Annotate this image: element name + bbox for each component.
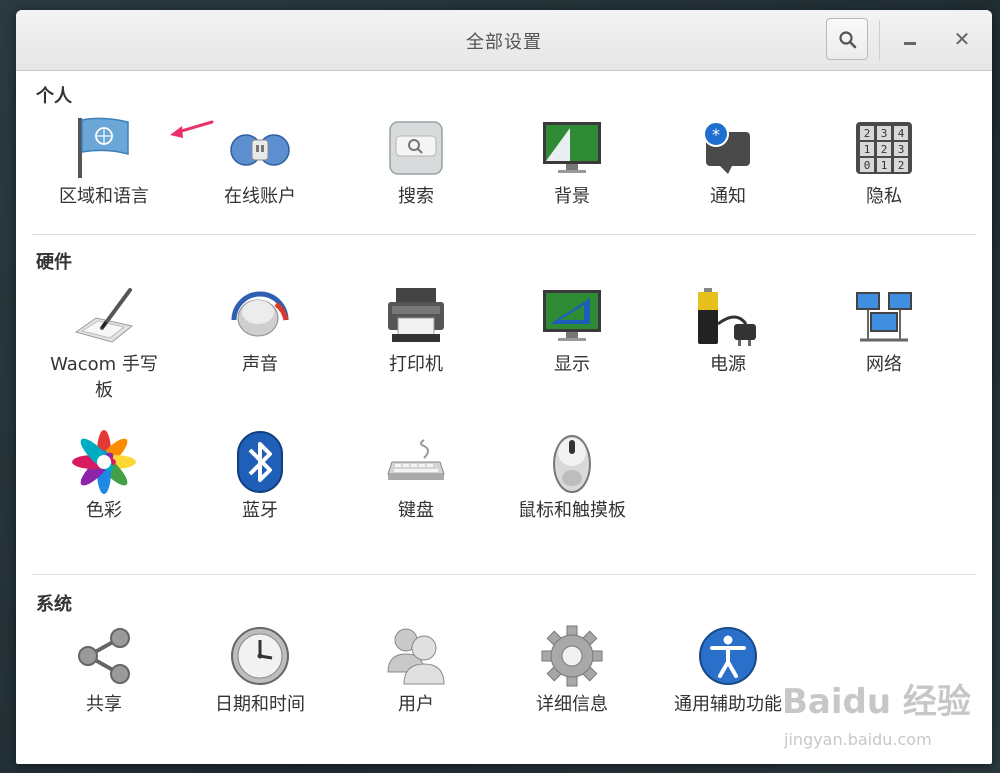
titlebar-separator <box>879 20 880 60</box>
item-label: 共享 <box>86 694 122 715</box>
section-title-hardware: 硬件 <box>36 252 72 273</box>
color-flower-icon <box>72 430 136 494</box>
item-label: 声音 <box>242 354 278 375</box>
settings-item-mouse-touchpad[interactable]: 鼠标和触摸板 <box>497 430 647 524</box>
item-label: 在线账户 <box>224 186 296 207</box>
settings-item-search[interactable]: 搜索 <box>341 116 491 210</box>
settings-item-bluetooth[interactable]: 蓝牙 <box>185 430 335 524</box>
settings-item-region-language[interactable]: 区域和语言 <box>29 116 179 210</box>
accessibility-icon <box>696 624 760 688</box>
item-label: 显示 <box>554 354 590 375</box>
svg-text:1: 1 <box>881 159 888 172</box>
gear-icon <box>540 624 604 688</box>
minimize-icon <box>904 42 916 45</box>
minimize-button[interactable] <box>896 24 924 54</box>
settings-item-network[interactable]: 网络 <box>809 284 959 378</box>
battery-plug-icon <box>696 284 760 348</box>
item-label: 日期和时间 <box>215 694 305 715</box>
search-settings-icon <box>384 116 448 180</box>
item-label: 电源 <box>710 354 746 375</box>
privacy-lock-icon: 234 123 012 <box>852 116 916 180</box>
item-label: 背景 <box>554 186 590 207</box>
settings-item-details[interactable]: 详细信息 <box>497 624 647 718</box>
item-label: 区域和语言 <box>59 186 149 207</box>
section-title-system: 系统 <box>36 594 72 615</box>
item-label: 网络 <box>866 354 902 375</box>
svg-text:3: 3 <box>898 143 905 156</box>
svg-text:1: 1 <box>864 143 871 156</box>
section-divider <box>32 234 976 235</box>
settings-item-sound[interactable]: 声音 <box>185 284 335 378</box>
keyboard-icon <box>384 430 448 494</box>
search-icon <box>839 31 857 49</box>
settings-item-power[interactable]: 电源 <box>653 284 803 378</box>
settings-window: 全部设置 ✕ 个人 区域和语言 在线账户 搜索 背景 * 通知 2 3 4 1 … <box>16 10 992 764</box>
item-label: 用户 <box>398 694 434 715</box>
svg-text:0: 0 <box>864 159 871 172</box>
bluetooth-icon <box>228 430 292 494</box>
watermark-url: jingyan.baidu.com <box>784 730 932 749</box>
title-bar: 全部设置 ✕ <box>16 10 992 71</box>
svg-text:3: 3 <box>881 127 888 140</box>
item-label: 色彩 <box>86 500 122 521</box>
online-accounts-icon <box>228 116 292 180</box>
close-icon: ✕ <box>953 27 971 51</box>
settings-item-background[interactable]: 背景 <box>497 116 647 210</box>
notification-icon: * <box>696 116 760 180</box>
settings-item-printers[interactable]: 打印机 <box>341 284 491 378</box>
item-label: 隐私 <box>866 186 902 207</box>
item-label: 通知 <box>710 186 746 207</box>
item-label: Wacom 手写板 <box>50 354 158 401</box>
item-label: 详细信息 <box>536 694 608 715</box>
search-button[interactable] <box>826 18 868 60</box>
svg-text:2: 2 <box>864 127 871 140</box>
svg-text:2: 2 <box>898 159 905 172</box>
section-divider <box>32 574 976 575</box>
item-label: 蓝牙 <box>242 500 278 521</box>
item-label: 键盘 <box>398 500 434 521</box>
settings-item-display[interactable]: 显示 <box>497 284 647 378</box>
printer-icon <box>384 284 448 348</box>
svg-text:2: 2 <box>881 143 888 156</box>
display-icon <box>540 284 604 348</box>
mouse-icon <box>540 430 604 494</box>
item-label: 鼠标和触摸板 <box>518 500 626 521</box>
settings-item-wacom[interactable]: Wacom 手写板 <box>29 284 179 404</box>
settings-item-notifications[interactable]: * 通知 <box>653 116 803 210</box>
settings-item-users[interactable]: 用户 <box>341 624 491 718</box>
svg-text:*: * <box>712 125 720 144</box>
wacom-tablet-icon <box>72 284 136 348</box>
network-icon <box>852 284 916 348</box>
share-icon <box>72 624 136 688</box>
item-label: 搜索 <box>398 186 434 207</box>
settings-item-privacy[interactable]: 234 123 012 隐私 <box>809 116 959 210</box>
users-icon <box>384 624 448 688</box>
background-icon <box>540 116 604 180</box>
svg-text:4: 4 <box>898 127 905 140</box>
section-title-personal: 个人 <box>36 86 72 107</box>
item-label: 打印机 <box>389 354 443 375</box>
baidu-watermark: Baidu 经验 jingyan.baidu.com <box>778 674 992 764</box>
settings-item-date-time[interactable]: 日期和时间 <box>185 624 335 718</box>
annotation-arrow-icon <box>170 120 214 138</box>
settings-item-keyboard[interactable]: 键盘 <box>341 430 491 524</box>
settings-item-color[interactable]: 色彩 <box>29 430 179 524</box>
sound-knob-icon <box>228 284 292 348</box>
close-button[interactable]: ✕ <box>948 24 976 54</box>
flag-icon <box>72 116 136 180</box>
clock-icon <box>228 624 292 688</box>
watermark-brand: Baidu 经验 <box>782 682 971 722</box>
settings-item-sharing[interactable]: 共享 <box>29 624 179 718</box>
